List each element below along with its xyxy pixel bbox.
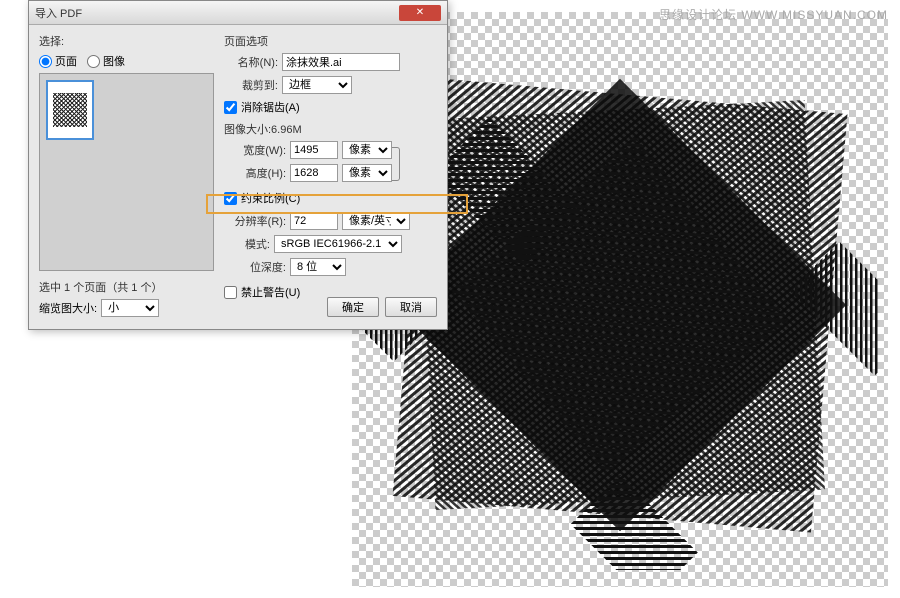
resolution-label: 分辨率(R): (232, 213, 286, 229)
height-unit[interactable]: 像素 (342, 164, 392, 182)
crop-select[interactable]: 边框 (282, 76, 352, 94)
crop-label: 裁剪到: (224, 77, 278, 93)
name-field[interactable] (282, 53, 400, 71)
suppress-label: 禁止警告(U) (241, 284, 300, 300)
thumb-size-select[interactable]: 小 (101, 299, 159, 317)
height-field[interactable] (290, 164, 338, 182)
watermark: 思缘设计论坛 WWW.MISSYUAN.COM (659, 6, 888, 23)
radio-page-input[interactable] (39, 55, 52, 68)
radio-image-input[interactable] (87, 55, 100, 68)
radio-image[interactable]: 图像 (87, 53, 125, 69)
image-size-label: 图像大小:6.96M (224, 121, 437, 137)
thumbnail-preview (53, 93, 87, 127)
ok-button[interactable]: 确定 (327, 297, 379, 317)
depth-select[interactable]: 8 位 (290, 258, 346, 276)
width-label: 宽度(W): (232, 142, 286, 158)
depth-label: 位深度: (232, 259, 286, 275)
page-options-header: 页面选项 (224, 33, 437, 49)
width-unit[interactable]: 像素 (342, 141, 392, 159)
cancel-button[interactable]: 取消 (385, 297, 437, 317)
page-thumbnail-1[interactable] (46, 80, 94, 140)
close-button[interactable]: ✕ (399, 5, 441, 21)
selection-info: 选中 1 个页面（共 1 个） (39, 279, 214, 295)
width-field[interactable] (290, 141, 338, 159)
antialias-label: 消除锯齿(A) (241, 99, 300, 115)
thumb-size-label: 缩览图大小: (39, 300, 97, 316)
resolution-unit[interactable]: 像素/英寸 (342, 212, 410, 230)
select-label: 选择: (39, 33, 214, 49)
mode-label: 模式: (232, 236, 270, 252)
thumbnail-list[interactable] (39, 73, 214, 271)
antialias-checkbox[interactable] (224, 101, 237, 114)
constrain-checkbox[interactable] (224, 192, 237, 205)
name-label: 名称(N): (224, 54, 278, 70)
height-label: 高度(H): (232, 165, 286, 181)
suppress-checkbox[interactable] (224, 286, 237, 299)
dialog-title: 导入 PDF (35, 5, 399, 21)
import-pdf-dialog: 导入 PDF ✕ 选择: 页面 图像 选中 1 个页面（共 1 个） 缩览图大小… (28, 0, 448, 330)
link-icon (392, 147, 400, 181)
dialog-titlebar[interactable]: 导入 PDF ✕ (29, 1, 447, 25)
resolution-field[interactable] (290, 212, 338, 230)
radio-page[interactable]: 页面 (39, 53, 77, 69)
constrain-label: 约束比例(C) (241, 190, 300, 206)
mode-select[interactable]: sRGB IEC61966-2.1 (274, 235, 402, 253)
